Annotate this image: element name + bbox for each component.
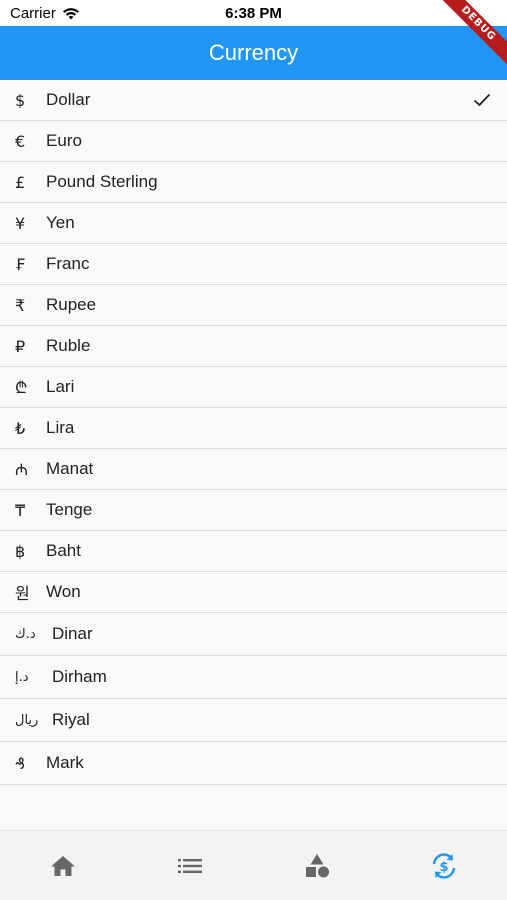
- currency-symbol: ₽: [15, 336, 26, 356]
- currency-label: Won: [46, 582, 81, 601]
- currency-label: Lari: [46, 377, 75, 396]
- bottom-navigation-bar: $: [0, 830, 507, 900]
- currency-label: Manat: [46, 459, 94, 478]
- currency-symbol: £: [15, 172, 26, 192]
- nav-item-home[interactable]: [33, 851, 93, 881]
- home-icon: [51, 856, 76, 876]
- currency-label: Riyal: [52, 710, 90, 729]
- currency-list-item-baht[interactable]: ฿ Baht: [0, 531, 507, 572]
- currency-exchange-icon: $: [432, 853, 455, 879]
- currency-symbol: $: [15, 90, 26, 110]
- app-bar: Currency: [0, 26, 507, 80]
- list-icon: [178, 859, 203, 873]
- currency-symbol: ريال: [15, 712, 39, 728]
- currency-label: Dollar: [46, 90, 91, 109]
- page-title: Currency: [208, 40, 299, 65]
- currency-list-item-lari[interactable]: ₾ Lari: [0, 367, 507, 408]
- currency-symbol: ₾: [15, 378, 28, 397]
- currency-symbol: €: [15, 131, 26, 151]
- currency-label: Pound Sterling: [46, 172, 158, 191]
- currency-screen: Carrier 6:38 PM Currency DEBUG $ Dollar € E…: [0, 0, 507, 900]
- currency-label: Yen: [46, 213, 75, 232]
- currency-symbol: د.ك: [15, 626, 36, 642]
- currency-symbol: ₼: [15, 460, 28, 479]
- currency-list-item-pound-sterling[interactable]: £ Pound Sterling: [0, 162, 507, 203]
- currency-list-item-lira[interactable]: ₺ Lira: [0, 408, 507, 449]
- currency-symbol: ฿: [15, 541, 26, 561]
- currency-list: $ Dollar € Euro £ Pound Sterling ¥ Yen ₣ Franc ₹ Ru…: [0, 80, 507, 785]
- currency-list-item-mark[interactable]: ₰ Mark: [0, 742, 507, 785]
- svg-text:$: $: [439, 860, 448, 875]
- currency-symbol: ₸: [15, 500, 26, 520]
- currency-label: Lira: [46, 418, 75, 437]
- currency-list-item-tenge[interactable]: ₸ Tenge: [0, 490, 507, 531]
- currency-label: Franc: [46, 254, 90, 273]
- currency-symbol: ₺: [15, 418, 26, 438]
- currency-list-item-franc[interactable]: ₣ Franc: [0, 244, 507, 285]
- currency-label: Ruble: [46, 336, 91, 355]
- currency-label: Euro: [46, 131, 82, 150]
- currency-list-item-rupee[interactable]: ₹ Rupee: [0, 285, 507, 326]
- checkmark-icon: [473, 93, 491, 107]
- currency-list-item-won[interactable]: 원 Won: [0, 572, 507, 613]
- currency-symbol: ¥: [15, 213, 26, 233]
- status-bar: Carrier 6:38 PM: [0, 0, 507, 26]
- currency-list-item-yen[interactable]: ¥ Yen: [0, 203, 507, 244]
- currency-list-item-manat[interactable]: ₼ Manat: [0, 449, 507, 490]
- currency-list-item-riyal[interactable]: ريال Riyal: [0, 699, 507, 742]
- currency-label: Dirham: [52, 667, 107, 686]
- currency-list-item-dirham[interactable]: د.إ Dirham: [0, 656, 507, 699]
- currency-symbol: 원: [15, 584, 30, 603]
- currency-label: Mark: [46, 753, 84, 772]
- currency-symbol: ₣: [15, 254, 26, 274]
- currency-symbol: ₰: [15, 753, 26, 773]
- nav-item-currency[interactable]: $: [414, 851, 474, 881]
- shapes-icon: [305, 854, 329, 878]
- nav-item-shapes[interactable]: [287, 851, 347, 881]
- currency-symbol: ₹: [15, 295, 26, 315]
- currency-label: Dinar: [52, 624, 93, 643]
- status-time: 6:38 PM: [225, 5, 282, 22]
- currency-label: Baht: [46, 541, 81, 560]
- currency-list-item-dollar[interactable]: $ Dollar: [0, 80, 507, 121]
- currency-label: Tenge: [46, 500, 93, 519]
- currency-list-item-euro[interactable]: € Euro: [0, 121, 507, 162]
- currency-label: Rupee: [46, 295, 97, 314]
- currency-list-item-dinar[interactable]: د.ك Dinar: [0, 613, 507, 656]
- nav-item-list[interactable]: [160, 851, 220, 881]
- currency-list-item-ruble[interactable]: ₽ Ruble: [0, 326, 507, 367]
- currency-symbol: د.إ: [15, 669, 29, 685]
